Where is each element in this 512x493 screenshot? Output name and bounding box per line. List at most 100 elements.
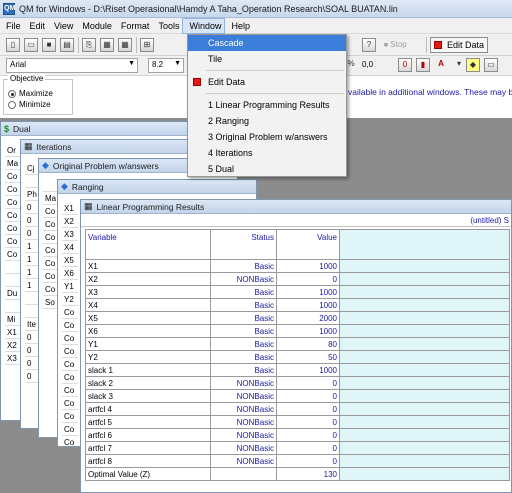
cell-variable[interactable]: X2 (85, 272, 211, 286)
cell-value[interactable]: 0 (276, 376, 340, 390)
cell-status[interactable]: NONBasic (210, 402, 277, 416)
decimal-button[interactable]: 0,0 (362, 60, 373, 69)
cell-variable[interactable]: Y1 (85, 337, 211, 351)
cell-status[interactable]: Basic (210, 337, 277, 351)
chevron-down-icon[interactable]: ▾ (452, 58, 466, 72)
lp-title-bar[interactable]: ▦ Linear Programming Results (81, 200, 511, 214)
cell-variable[interactable]: X6 (85, 324, 211, 338)
cell-status[interactable]: Basic (210, 259, 277, 273)
dual-title-bar[interactable]: $ Dual (1, 122, 199, 136)
ranging-title-bar[interactable]: ◆ Ranging (58, 180, 256, 194)
menu-item-edit-data[interactable]: Edit Data (188, 74, 346, 90)
menu-help[interactable]: Help (225, 18, 253, 34)
cell-status[interactable]: Basic (210, 363, 277, 377)
cell-variable[interactable]: artfcl 4 (85, 402, 211, 416)
dual-stub-column: Or Ma Co Co Co Co Co Co Co Du Mi X1 X2 X3 (5, 144, 21, 420)
cell-variable[interactable]: slack 3 (85, 389, 211, 403)
menu-item-ranging[interactable]: 2 Ranging (188, 113, 346, 129)
edit-data-button[interactable]: Edit Data (430, 37, 488, 53)
lp-results-window[interactable]: ▦ Linear Programming Results (untitled) … (80, 199, 512, 493)
help-icon[interactable]: ? (362, 38, 376, 52)
cell-status[interactable]: NONBasic (210, 454, 277, 468)
cell-variable[interactable]: X3 (85, 285, 211, 299)
font-size-select[interactable]: 8.2 ▼ (148, 58, 184, 73)
menu-item-lp-results[interactable]: 1 Linear Programming Results (188, 97, 346, 113)
cell-status[interactable]: NONBasic (210, 389, 277, 403)
cell-variable[interactable]: slack 2 (85, 376, 211, 390)
cell-status[interactable]: Basic (210, 350, 277, 364)
save-icon[interactable]: ■ (42, 38, 56, 52)
cell-status[interactable]: NONBasic (210, 415, 277, 429)
cell-variable[interactable]: slack 1 (85, 363, 211, 377)
menu-item-tile[interactable]: Tile (188, 51, 346, 67)
cell-value[interactable]: 0 (276, 402, 340, 416)
menu-file[interactable]: File (0, 18, 24, 34)
menu-tools[interactable]: Tools (152, 18, 182, 34)
minimize-radio[interactable]: Minimize (8, 100, 68, 109)
cell-blank (339, 350, 510, 364)
cell-value[interactable]: 0 (276, 454, 340, 468)
cell-status[interactable]: NONBasic (210, 272, 277, 286)
cell-value[interactable]: 0 (276, 428, 340, 442)
cell-status[interactable]: NONBasic (210, 376, 277, 390)
cell-status[interactable]: Basic (210, 298, 277, 312)
menu-item-dual[interactable]: 5 Dual (188, 161, 346, 177)
cell-status[interactable]: NONBasic (210, 441, 277, 455)
cell-variable[interactable]: artfcl 7 (85, 441, 211, 455)
menu-view[interactable]: View (48, 18, 76, 34)
new-file-icon[interactable]: ▯ (6, 38, 20, 52)
cell-value[interactable]: 0 (276, 441, 340, 455)
menu-item-iterations[interactable]: 4 Iterations (188, 145, 346, 161)
menu-item-original[interactable]: 3 Original Problem w/answers (188, 129, 346, 145)
table-icon[interactable]: ⊞ (140, 38, 154, 52)
table-row: artfcl 4 NONBasic 0 (85, 402, 510, 416)
cell-value[interactable]: 0 (276, 389, 340, 403)
font-name-select[interactable]: Arial ▼ (6, 58, 138, 73)
maximize-radio[interactable]: Maximize (8, 89, 68, 98)
border-icon[interactable]: ▭ (484, 58, 498, 72)
highlight-icon[interactable]: ◆ (466, 58, 480, 72)
fill-icon[interactable]: ▮ (416, 58, 430, 72)
cell-value[interactable]: 80 (276, 337, 340, 351)
cell-variable[interactable]: X5 (85, 311, 211, 325)
cell-value[interactable]: 1000 (276, 363, 340, 377)
stop-button[interactable]: ⏹ Stop (384, 39, 424, 51)
paste-icon[interactable]: ▦ (100, 38, 114, 52)
stub-cell: 0 (25, 227, 39, 240)
menu-window[interactable]: Window (182, 17, 226, 34)
cell-status[interactable]: Basic (210, 285, 277, 299)
zero-icon[interactable]: 0 (398, 58, 412, 72)
menu-edit[interactable]: Edit (24, 18, 49, 34)
cell-value[interactable]: 1000 (276, 298, 340, 312)
cell-status[interactable]: Basic (210, 324, 277, 338)
cell-value[interactable]: 2000 (276, 311, 340, 325)
table-row: X6 Basic 1000 (85, 324, 510, 338)
menu-module[interactable]: Module (76, 18, 115, 34)
grid-icon[interactable]: ▦ (118, 38, 132, 52)
cell-variable[interactable]: artfcl 6 (85, 428, 211, 442)
cell-value[interactable]: 1000 (276, 285, 340, 299)
cell-variable[interactable]: X4 (85, 298, 211, 312)
menu-format[interactable]: Format (115, 18, 153, 34)
cell-variable[interactable]: Optimal Value (Z) (85, 467, 211, 481)
header-blank (339, 229, 510, 260)
open-folder-icon[interactable]: ▭ (24, 38, 38, 52)
cell-value[interactable]: 50 (276, 350, 340, 364)
print-icon[interactable]: ▤ (60, 38, 74, 52)
menu-item-cascade[interactable]: Cascade (188, 35, 346, 51)
copy-icon[interactable]: ⎘ (82, 38, 96, 52)
cell-value[interactable]: 0 (276, 272, 340, 286)
cell-variable[interactable]: Y2 (85, 350, 211, 364)
cell-value[interactable]: 0 (276, 415, 340, 429)
cell-value[interactable]: 1000 (276, 259, 340, 273)
cell-variable[interactable]: X1 (85, 259, 211, 273)
cell-status[interactable]: Basic (210, 311, 277, 325)
cell-variable[interactable]: artfcl 5 (85, 415, 211, 429)
cell-value[interactable]: 130 (276, 467, 340, 481)
cell-variable[interactable]: artfcl 8 (85, 454, 211, 468)
cell-value[interactable]: 1000 (276, 324, 340, 338)
font-color-icon[interactable]: A (434, 58, 448, 72)
cell-status[interactable] (210, 467, 277, 481)
cell-status[interactable]: NONBasic (210, 428, 277, 442)
table-row: X2 NONBasic 0 (85, 272, 510, 286)
